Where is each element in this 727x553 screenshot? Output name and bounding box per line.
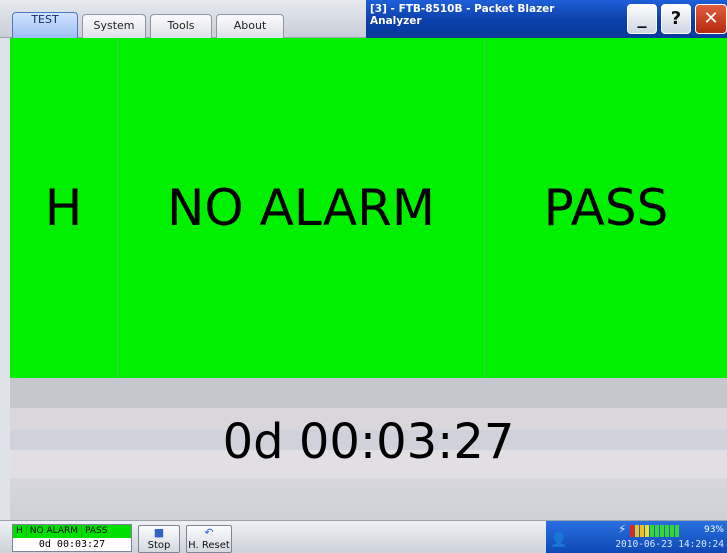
- stop-label: Stop: [147, 540, 171, 551]
- undo-icon: ↶: [204, 526, 214, 539]
- help-button[interactable]: ?: [661, 4, 691, 34]
- stop-icon: ■: [153, 526, 165, 539]
- mini-verdict: PASS: [85, 526, 108, 536]
- power-plug-icon: ⚡: [618, 522, 627, 536]
- alarm-status: NO ALARM: [167, 179, 435, 237]
- tab-about[interactable]: About: [216, 14, 284, 38]
- mini-status-row: H NO ALARM PASS: [13, 525, 131, 538]
- history-indicator: H: [44, 179, 83, 237]
- tab-system[interactable]: System: [82, 14, 146, 38]
- history-reset-label: H. Reset: [188, 540, 230, 551]
- summary-panel: H NO ALARM PASS: [10, 38, 727, 378]
- system-tray: 👤 ⚡ 93% 2010-06-23 14:20:24: [546, 521, 727, 553]
- stop-button[interactable]: ■ Stop: [138, 525, 180, 553]
- mini-history: H: [13, 525, 27, 538]
- elapsed-timer: 0d 00:03:27: [222, 414, 515, 470]
- timer-panel: 0d 00:03:27: [10, 378, 727, 520]
- title-bar: [3] - FTB-8510B - Packet Blazer Analyzer…: [366, 0, 727, 38]
- battery-icon: [630, 525, 679, 537]
- tab-bar: TEST System Tools About [3] - FTB-8510B …: [0, 0, 727, 38]
- mini-alarm: NO ALARM: [27, 525, 83, 538]
- history-reset-button[interactable]: ↶ H. Reset: [186, 525, 232, 553]
- mini-elapsed: 0d 00:03:27: [38, 539, 106, 550]
- window-title: [3] - FTB-8510B - Packet Blazer Analyzer: [370, 3, 555, 27]
- date-time: 2010-06-23 14:20:24: [615, 539, 724, 550]
- minimize-button[interactable]: _: [627, 4, 657, 34]
- close-button[interactable]: ✕: [695, 4, 727, 34]
- battery-percent: 93%: [703, 525, 724, 535]
- user-icon[interactable]: 👤: [550, 532, 567, 548]
- tab-tools[interactable]: Tools: [150, 14, 212, 38]
- verdict-status: PASS: [543, 179, 669, 237]
- status-bar: H NO ALARM PASS 0d 00:03:27 ■ Stop ↶ H. …: [0, 520, 727, 553]
- mini-status[interactable]: H NO ALARM PASS 0d 00:03:27: [12, 524, 132, 552]
- tab-test[interactable]: TEST: [12, 12, 78, 38]
